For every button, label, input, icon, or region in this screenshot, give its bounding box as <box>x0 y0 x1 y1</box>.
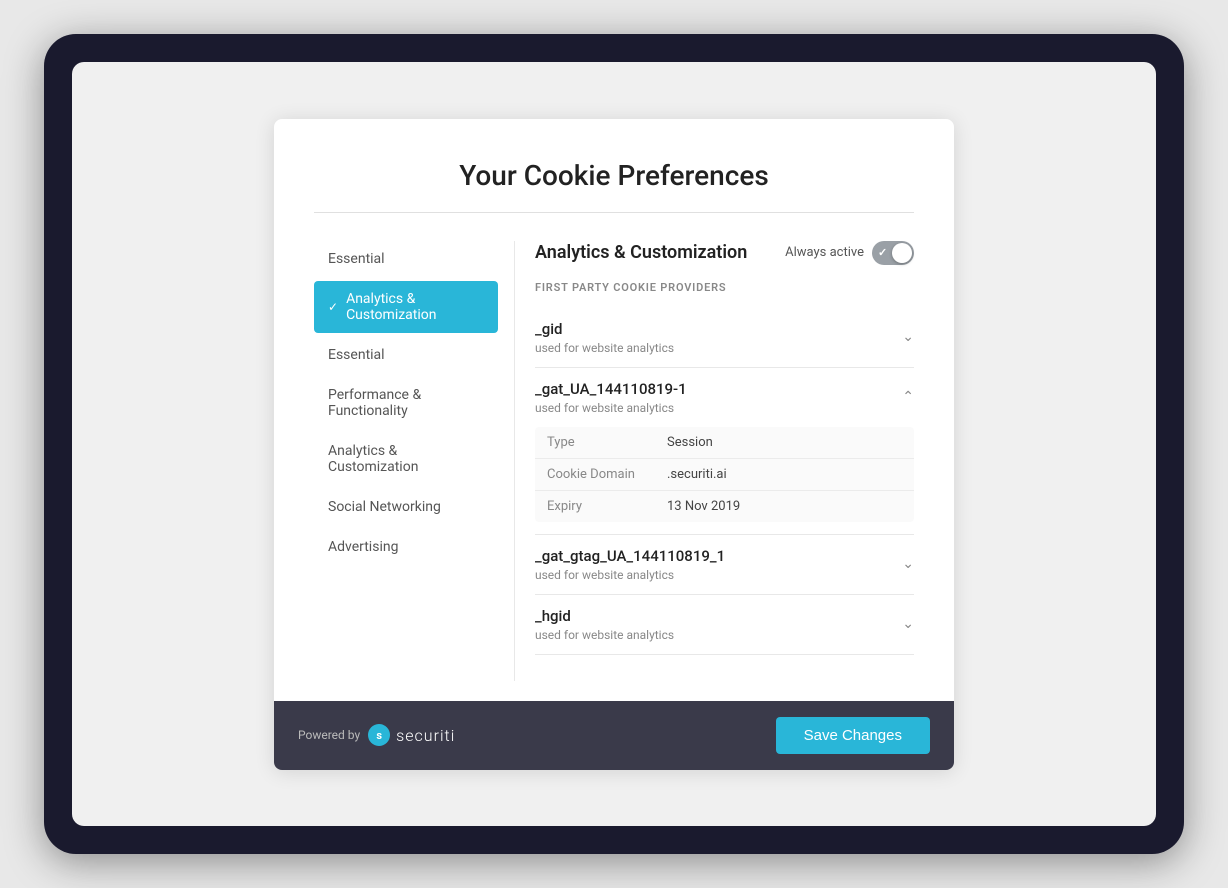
securiti-brand-name: securiti <box>396 726 455 745</box>
cookie-item-gat: _gat_UA_144110819-1 used for website ana… <box>535 368 914 535</box>
cookie-gat-info: _gat_UA_144110819-1 used for website ana… <box>535 380 687 415</box>
cookie-preferences-modal: Your Cookie Preferences Essential ✓ Anal… <box>274 119 954 770</box>
chevron-down-icon-3: ⌄ <box>902 616 914 632</box>
detail-value-type: Session <box>667 435 713 450</box>
toggle-knob <box>892 243 912 263</box>
sidebar-item-social[interactable]: Social Networking <box>314 489 498 525</box>
cookie-gtag-desc: used for website analytics <box>535 568 725 582</box>
cookie-hgid-desc: used for website analytics <box>535 628 674 642</box>
device-frame: Your Cookie Preferences Essential ✓ Anal… <box>44 34 1184 854</box>
securiti-icon: s <box>368 724 390 746</box>
detail-value-expiry: 13 Nov 2019 <box>667 499 740 514</box>
powered-by-label: Powered by <box>298 728 360 742</box>
detail-row-expiry: Expiry 13 Nov 2019 <box>535 491 914 522</box>
cookie-hgid-name: _hgid <box>535 607 674 625</box>
cookie-gat-desc: used for website analytics <box>535 401 687 415</box>
sidebar-item-analytics-2[interactable]: Analytics & Customization <box>314 433 498 485</box>
cookie-gat-name: _gat_UA_144110819-1 <box>535 380 687 398</box>
toggle-check-icon: ✓ <box>878 246 887 259</box>
cookie-gtag-info: _gat_gtag_UA_144110819_1 used for websit… <box>535 547 725 582</box>
sidebar-item-essential-top[interactable]: Essential <box>314 241 498 277</box>
main-panel: Analytics & Customization Always active … <box>514 241 914 681</box>
sidebar-item-performance[interactable]: Performance & Functionality <box>314 377 498 429</box>
save-changes-button[interactable]: Save Changes <box>776 717 930 754</box>
modal-title: Your Cookie Preferences <box>314 159 914 213</box>
panel-header: Analytics & Customization Always active … <box>535 241 914 265</box>
cookie-gtag-name: _gat_gtag_UA_144110819_1 <box>535 547 725 565</box>
device-screen: Your Cookie Preferences Essential ✓ Anal… <box>72 62 1156 826</box>
cookie-hgid-info: _hgid used for website analytics <box>535 607 674 642</box>
modal-body: Your Cookie Preferences Essential ✓ Anal… <box>274 119 954 681</box>
chevron-down-icon-2: ⌄ <box>902 556 914 572</box>
cookie-gat-details: Type Session Cookie Domain .securiti.ai … <box>535 427 914 522</box>
check-icon: ✓ <box>328 300 338 314</box>
powered-by: Powered by s securiti <box>298 724 455 746</box>
chevron-up-icon: ⌃ <box>902 389 914 405</box>
detail-value-domain: .securiti.ai <box>667 467 727 482</box>
detail-label-domain: Cookie Domain <box>547 467 667 482</box>
cookie-gid-desc: used for website analytics <box>535 341 674 355</box>
cookie-item-gtag: _gat_gtag_UA_144110819_1 used for websit… <box>535 535 914 595</box>
detail-label-expiry: Expiry <box>547 499 667 514</box>
chevron-down-icon: ⌄ <box>902 329 914 345</box>
section-label: FIRST PARTY COOKIE PROVIDERS <box>535 281 914 294</box>
cookie-gid-name: _gid <box>535 320 674 338</box>
cookie-gid-info: _gid used for website analytics <box>535 320 674 355</box>
cookie-item-hgid-header[interactable]: _hgid used for website analytics ⌄ <box>535 607 914 642</box>
sidebar-item-essential[interactable]: Essential <box>314 337 498 373</box>
always-active-label: Always active <box>785 245 864 260</box>
sidebar: Essential ✓ Analytics & Customization Es… <box>314 241 514 681</box>
cookie-item-gid: _gid used for website analytics ⌄ <box>535 308 914 368</box>
always-active-toggle[interactable]: ✓ <box>872 241 914 265</box>
cookie-item-gat-header[interactable]: _gat_UA_144110819-1 used for website ana… <box>535 380 914 415</box>
sidebar-item-analytics-active[interactable]: ✓ Analytics & Customization <box>314 281 498 333</box>
cookie-item-gid-header[interactable]: _gid used for website analytics ⌄ <box>535 320 914 355</box>
panel-title: Analytics & Customization <box>535 242 747 263</box>
detail-row-domain: Cookie Domain .securiti.ai <box>535 459 914 491</box>
securiti-logo: s securiti <box>368 724 455 746</box>
always-active-wrap: Always active ✓ <box>785 241 914 265</box>
detail-label-type: Type <box>547 435 667 450</box>
modal-footer: Powered by s securiti Save Changes <box>274 701 954 770</box>
cookie-item-gtag-header[interactable]: _gat_gtag_UA_144110819_1 used for websit… <box>535 547 914 582</box>
sidebar-item-advertising[interactable]: Advertising <box>314 529 498 565</box>
cookie-item-hgid: _hgid used for website analytics ⌄ <box>535 595 914 655</box>
modal-content: Essential ✓ Analytics & Customization Es… <box>314 241 914 681</box>
detail-row-type: Type Session <box>535 427 914 459</box>
